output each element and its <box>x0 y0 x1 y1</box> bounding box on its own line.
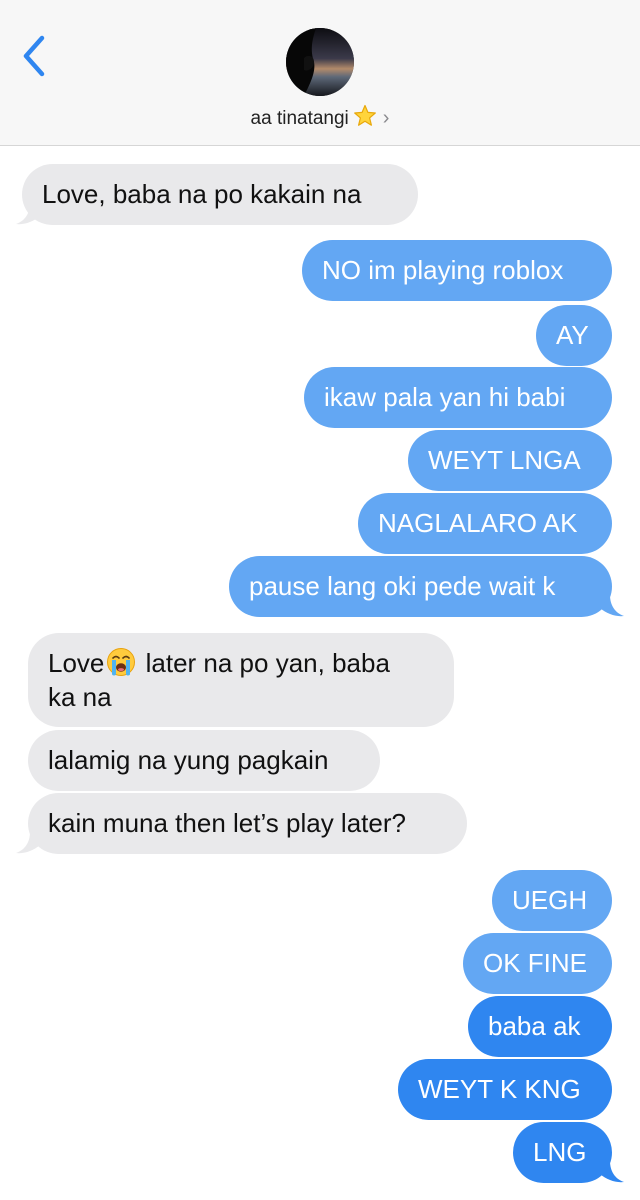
message-bubble-received[interactable]: Love later na po yan, baba ka na <box>28 633 454 727</box>
back-button[interactable] <box>16 32 56 80</box>
chevron-left-icon <box>23 35 45 77</box>
star-emoji-icon <box>353 104 377 134</box>
message-text: kain muna then let’s play later? <box>48 808 406 838</box>
message-text: lalamig na yung pagkain <box>48 745 329 775</box>
message-bubble-sent[interactable]: NAGLALARO AK <box>358 493 612 554</box>
message-text: WEYT LNGA <box>428 445 581 475</box>
message-text-line: Love later na po yan, baba <box>48 646 434 680</box>
bubble-tail-sent <box>600 595 624 617</box>
message-bubble-sent[interactable]: AY <box>536 305 612 366</box>
message-text: NAGLALARO AK <box>378 508 578 538</box>
message-bubble-sent[interactable]: WEYT LNGA <box>408 430 612 491</box>
message-text: OK FINE <box>483 948 588 978</box>
message-text: NO im playing roblox <box>322 255 564 285</box>
message-bubble-received[interactable]: Love, baba na po kakain na <box>22 164 418 225</box>
message-bubble-sent[interactable]: pause lang oki pede wait k <box>229 556 612 617</box>
avatar-photo <box>286 28 354 96</box>
conversation-header: aa tinatangi › <box>0 0 640 146</box>
loudly-crying-face-icon <box>107 648 136 676</box>
chevron-right-icon: › <box>382 107 390 129</box>
message-text-line: ka na <box>48 682 112 712</box>
message-text: Love, baba na po kakain na <box>42 179 362 209</box>
message-bubble-sent[interactable]: OK FINE <box>463 933 612 994</box>
bubble-tail-sent <box>600 1161 624 1183</box>
message-text: Love <box>48 648 105 678</box>
message-bubble-sent[interactable]: ikaw pala yan hi babi <box>304 367 612 428</box>
message-text: UEGH <box>512 885 588 915</box>
message-bubble-received[interactable]: kain muna then let’s play later? <box>28 793 467 854</box>
message-text: AY <box>556 320 589 350</box>
bubble-tail-received <box>16 203 40 225</box>
message-text: LNG <box>533 1137 587 1167</box>
contact-avatar[interactable] <box>286 28 354 96</box>
message-text: ikaw pala yan hi babi <box>324 382 566 412</box>
bubble-tail-received <box>16 832 40 854</box>
message-text: WEYT K KNG <box>418 1074 581 1104</box>
message-text: pause lang oki pede wait k <box>249 571 556 601</box>
message-bubble-sent[interactable]: baba ak <box>468 996 612 1057</box>
message-bubble-sent[interactable]: LNG <box>513 1122 612 1183</box>
message-bubble-received[interactable]: lalamig na yung pagkain <box>28 730 380 791</box>
contact-name-button[interactable]: aa tinatangi › <box>0 104 640 134</box>
message-bubble-sent[interactable]: UEGH <box>492 870 612 931</box>
message-bubble-sent[interactable]: WEYT K KNG <box>398 1059 612 1120</box>
message-text: later na po yan, baba <box>138 648 390 678</box>
message-text: baba ak <box>488 1011 581 1041</box>
message-bubble-sent[interactable]: NO im playing roblox <box>302 240 612 301</box>
contact-name-label: aa tinatangi <box>250 108 349 129</box>
